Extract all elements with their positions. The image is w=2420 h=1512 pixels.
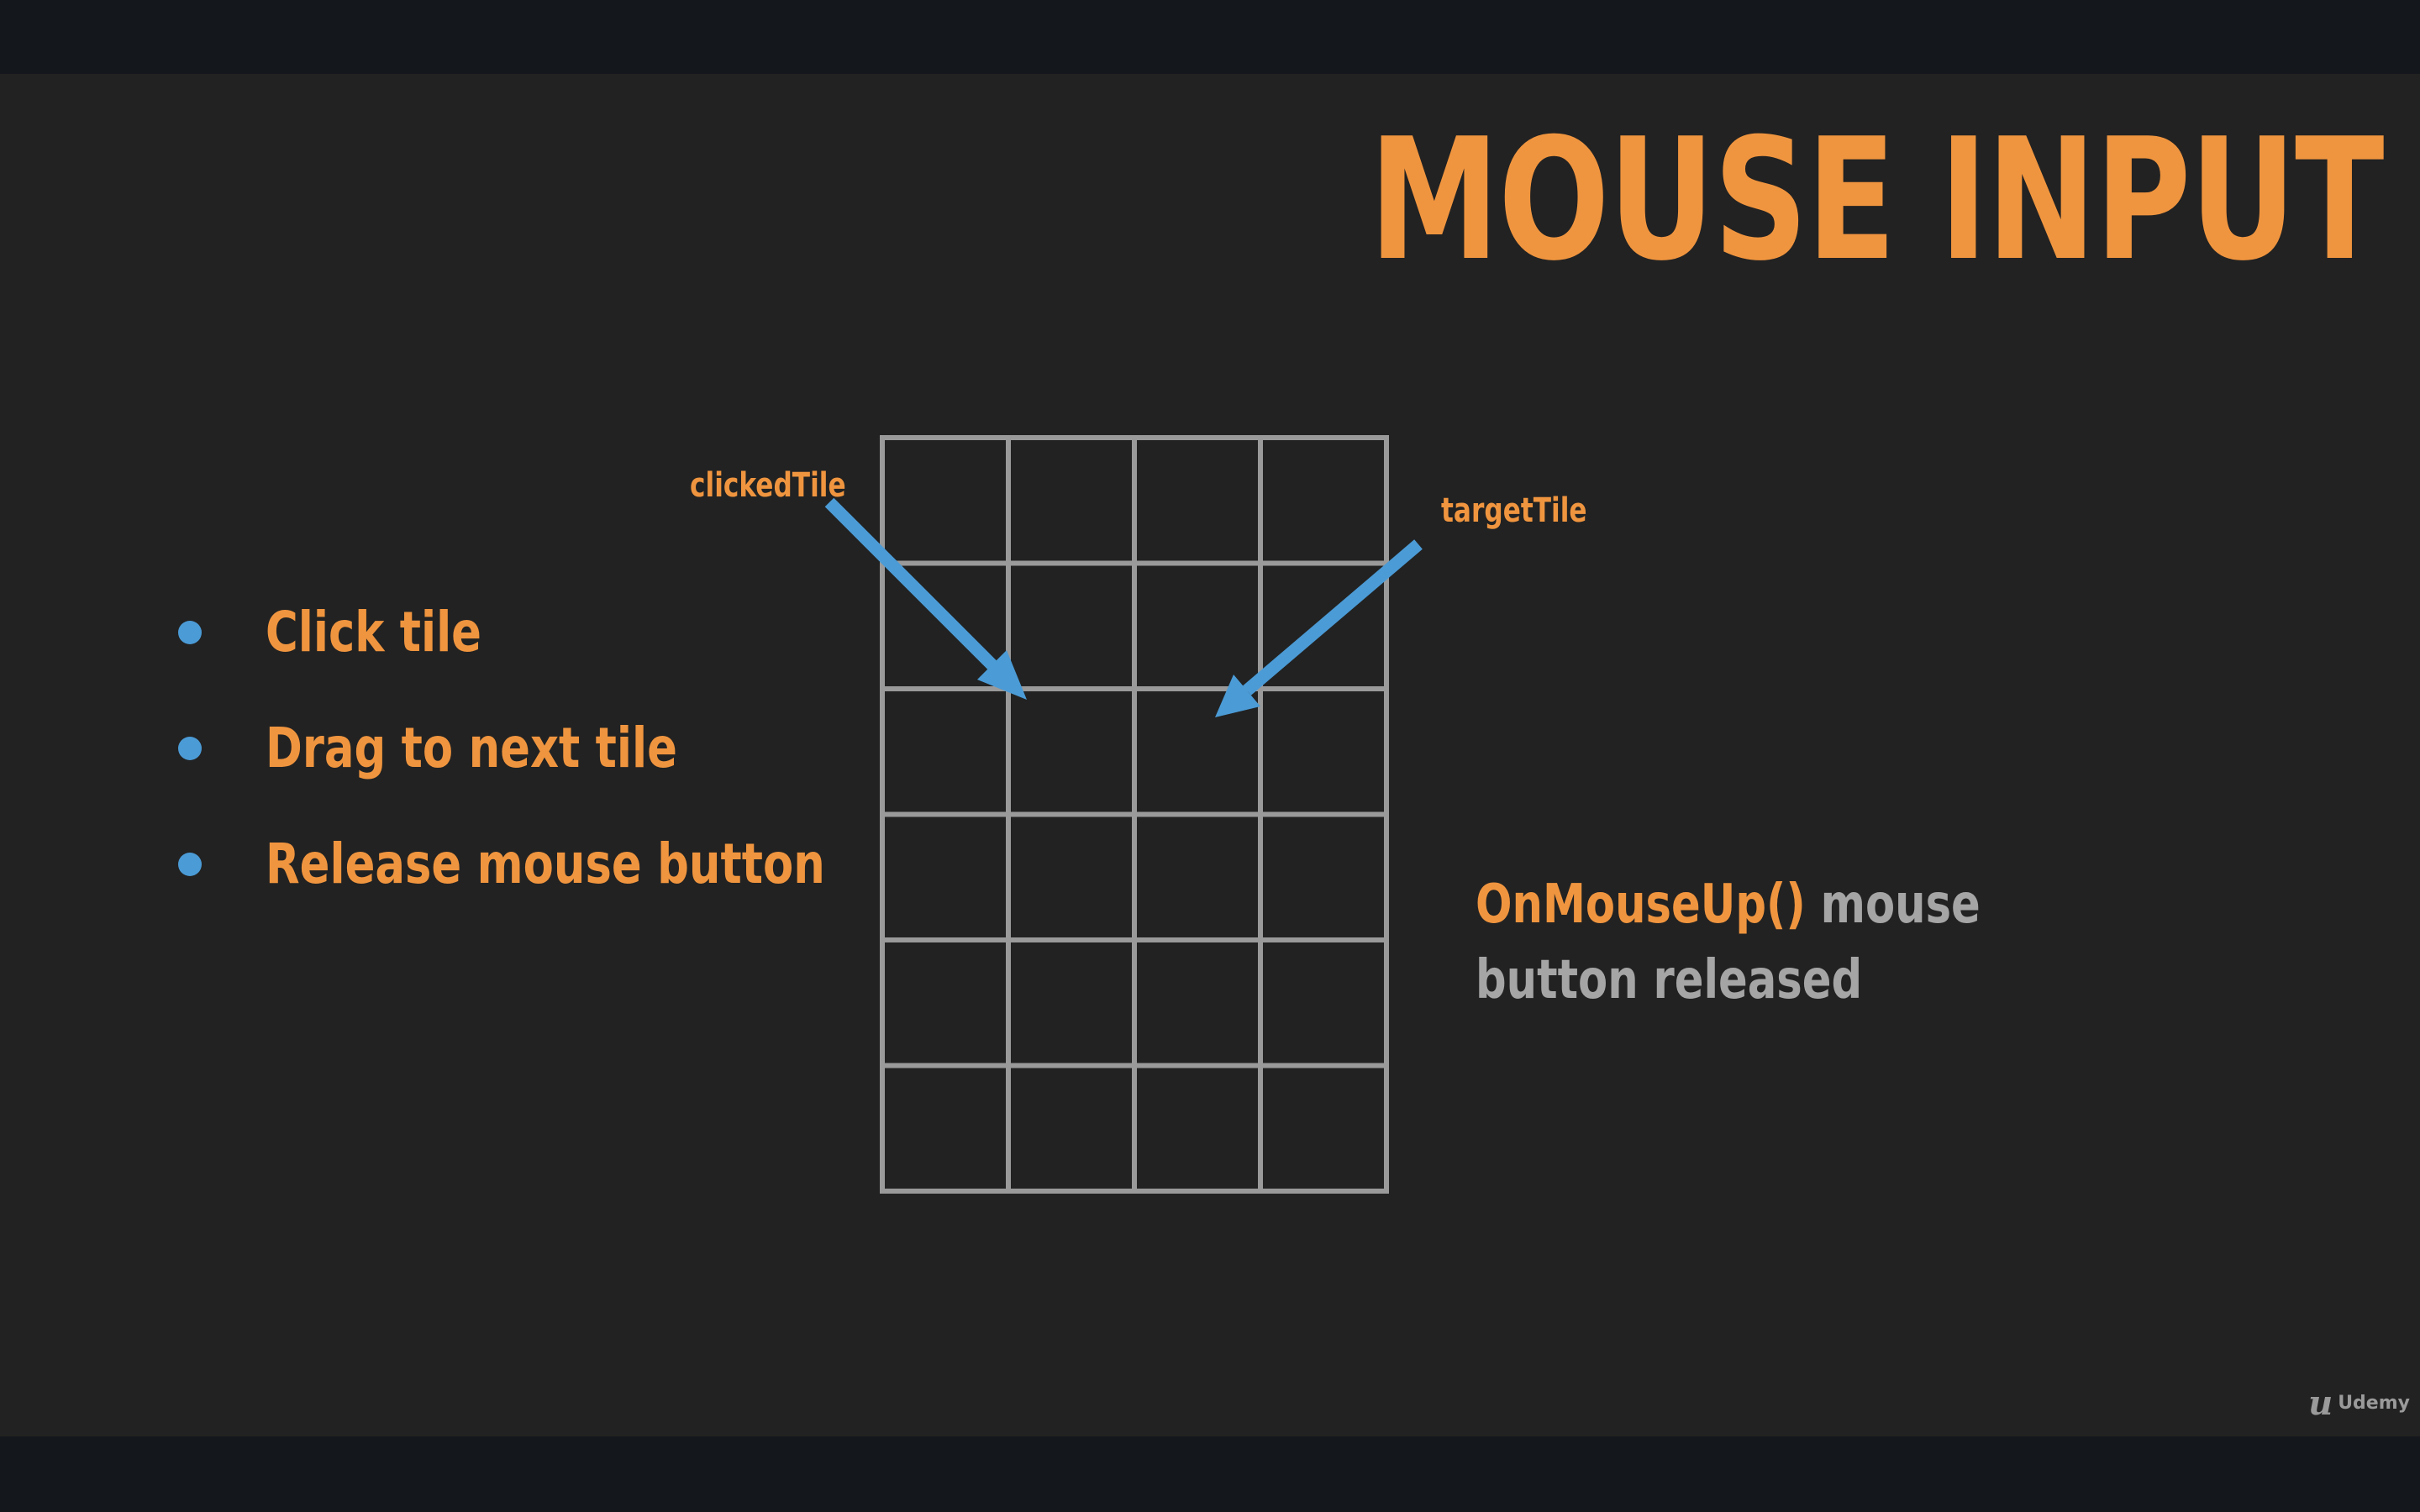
grid-tile	[880, 811, 1011, 942]
grid-tile	[1132, 560, 1263, 691]
grid-tile	[1258, 811, 1389, 942]
grid-tile	[1132, 1063, 1263, 1194]
mouse-up-note: OnMouseUp() mouse button released	[1476, 867, 2081, 1018]
grid-tile	[1258, 686, 1389, 817]
grid-tile	[880, 686, 1011, 817]
video-frame: MOUSE INPUT Click tile Drag to next tile…	[0, 0, 2420, 1512]
grid-tile	[1132, 937, 1263, 1068]
grid-tile	[1258, 937, 1389, 1068]
grid-tile	[1006, 435, 1137, 566]
clicked-tile-label: clickedTile	[690, 466, 846, 505]
grid-tile	[1006, 560, 1137, 691]
grid-tile	[1006, 1063, 1137, 1194]
slide: MOUSE INPUT Click tile Drag to next tile…	[0, 74, 2420, 1436]
grid-tile	[1258, 1063, 1389, 1194]
grid-tile	[880, 435, 1011, 566]
grid-tile	[1258, 435, 1389, 566]
udemy-watermark: u Udemy	[2308, 1383, 2410, 1423]
tile-grid-diagram	[824, 435, 1423, 1194]
note-code: OnMouseUp()	[1476, 874, 1806, 936]
watermark-text: Udemy	[2338, 1393, 2410, 1414]
grid-tile	[1006, 686, 1137, 817]
grid-tile	[880, 1063, 1011, 1194]
grid-tile	[1132, 811, 1263, 942]
tile-grid	[880, 435, 1389, 1194]
grid-tile	[880, 937, 1011, 1068]
grid-tile	[1006, 937, 1137, 1068]
target-tile-label: targetTile	[1441, 491, 1587, 530]
grid-tile	[1132, 435, 1263, 566]
udemy-logo-icon: u	[2308, 1383, 2333, 1423]
grid-tile	[1006, 811, 1137, 942]
clicked-arrow-icon	[824, 497, 1027, 700]
